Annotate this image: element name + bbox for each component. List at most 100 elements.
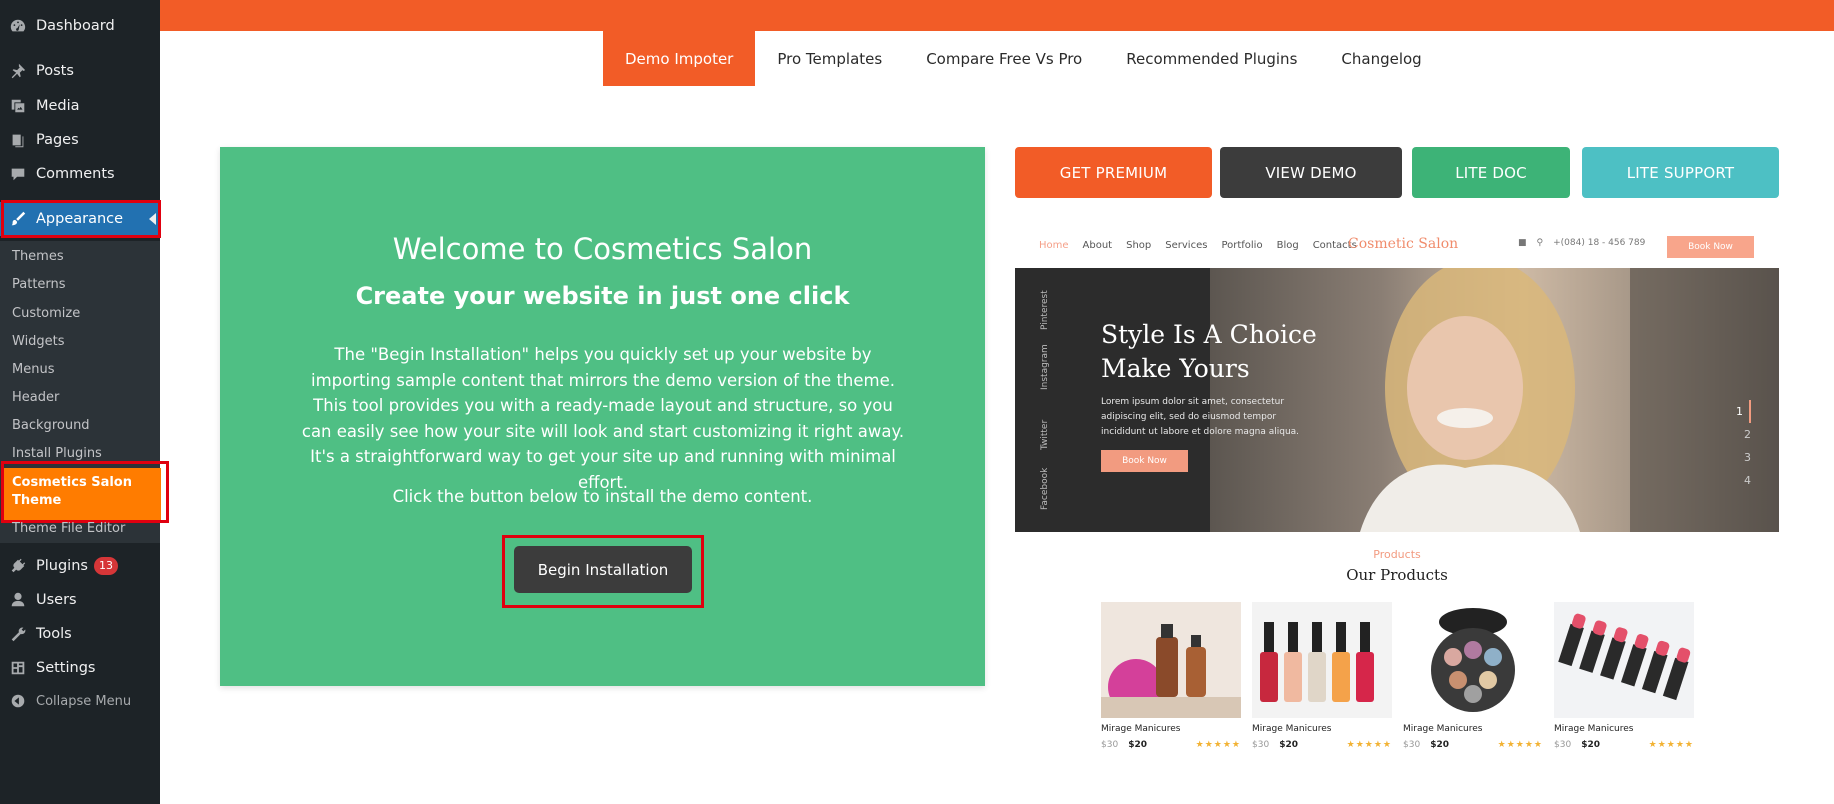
- menu-appearance[interactable]: Appearance: [0, 202, 160, 236]
- lock-icon: ■: [1518, 238, 1527, 248]
- product-rating-stars: ★★★★★: [1648, 740, 1694, 750]
- menu-settings-label: Settings: [36, 660, 96, 676]
- dashboard-icon: [0, 17, 36, 35]
- product-card: Mirage Manicures $30 $20 ★★★★★: [1554, 602, 1694, 750]
- lite-doc-button[interactable]: LITE DOC: [1412, 147, 1570, 198]
- preview-social-twitter: Twitter: [1040, 419, 1050, 450]
- theme-tabs: Demo Impoter Pro Templates Compare Free …: [603, 31, 1444, 86]
- settings-icon: [0, 659, 36, 677]
- submenu-cosmetics-salon-theme[interactable]: Cosmetics Salon Theme: [4, 468, 161, 520]
- submenu-themes[interactable]: Themes: [12, 249, 64, 264]
- preview-phone: +(084) 18 - 456 789: [1553, 238, 1646, 248]
- search-icon: ⚲: [1536, 238, 1544, 248]
- tab-recommended-plugins[interactable]: Recommended Plugins: [1104, 31, 1319, 86]
- welcome-panel: Welcome to Cosmetics Salon Create your w…: [220, 147, 985, 686]
- menu-posts[interactable]: Posts: [0, 54, 160, 88]
- preview-header-right: ■ ⚲ +(084) 18 - 456 789: [1518, 238, 1645, 248]
- comment-icon: [0, 165, 36, 183]
- preview-products-kicker: Products: [1373, 548, 1421, 561]
- tab-pro-templates[interactable]: Pro Templates: [755, 31, 904, 86]
- admin-sidebar: Dashboard Posts Media Pages Comments App…: [0, 0, 169, 804]
- product-card: Mirage Manicures $30 $20 ★★★★★: [1252, 602, 1392, 750]
- product-price: $30 $20 ★★★★★: [1101, 740, 1241, 750]
- submenu-patterns[interactable]: Patterns: [12, 277, 66, 292]
- menu-media[interactable]: Media: [0, 89, 160, 123]
- submenu-menus[interactable]: Menus: [12, 362, 54, 377]
- submenu-install-plugins[interactable]: Install Plugins: [12, 446, 102, 461]
- preview-nav-services: Services: [1165, 240, 1208, 251]
- tab-demo-importer[interactable]: Demo Impoter: [603, 31, 756, 86]
- product-rating-stars: ★★★★★: [1497, 740, 1543, 750]
- submenu-header[interactable]: Header: [12, 390, 59, 405]
- preview-hero: Pinterest Instagram Twitter Facebook Sty…: [1015, 268, 1779, 532]
- theme-header-bar: [160, 0, 1834, 31]
- welcome-subtitle: Create your website in just one click: [355, 282, 850, 310]
- paintbrush-icon: [0, 210, 36, 228]
- menu-comments-label: Comments: [36, 166, 115, 182]
- preview-hero-button: Book Now: [1101, 450, 1188, 472]
- view-demo-button[interactable]: VIEW DEMO: [1220, 147, 1402, 198]
- submenu-theme-file-editor[interactable]: Theme File Editor: [12, 521, 125, 536]
- product-rating-stars: ★★★★★: [1195, 740, 1241, 750]
- plug-icon: [0, 557, 36, 575]
- menu-pages[interactable]: Pages: [0, 123, 160, 157]
- product-new-price: $20: [1128, 740, 1147, 750]
- preview-social-facebook: Facebook: [1040, 467, 1050, 510]
- preview-slider-pager: 1 2 3 4: [1736, 400, 1751, 492]
- submenu-widgets[interactable]: Widgets: [12, 334, 65, 349]
- product-old-price: $30: [1554, 740, 1572, 750]
- product-image-lipsticks: [1554, 602, 1694, 718]
- product-image-nail-polish: [1252, 602, 1392, 718]
- user-icon: [0, 591, 36, 609]
- pages-icon: [0, 131, 36, 149]
- welcome-description: The "Begin Installation" helps you quick…: [301, 345, 905, 492]
- menu-media-label: Media: [36, 98, 80, 114]
- product-card: Mirage Manicures $30 $20 ★★★★★: [1101, 602, 1241, 750]
- preview-book-button: Book Now: [1667, 236, 1754, 258]
- preview-nav-blog: Blog: [1276, 240, 1299, 251]
- product-new-price: $20: [1430, 740, 1449, 750]
- get-premium-button[interactable]: GET PREMIUM: [1015, 147, 1212, 198]
- product-old-price: $30: [1101, 740, 1119, 750]
- preview-hero-text: Lorem ipsum dolor sit amet, consectetur …: [1101, 397, 1300, 437]
- preview-nav: Home About Shop Services Portfolio Blog …: [1039, 240, 1357, 251]
- menu-users[interactable]: Users: [0, 583, 160, 617]
- submenu-background[interactable]: Background: [12, 418, 90, 433]
- product-card: Mirage Manicures $30 $20 ★★★★★: [1403, 602, 1543, 750]
- menu-dashboard[interactable]: Dashboard: [0, 9, 160, 43]
- begin-installation-button[interactable]: Begin Installation: [514, 546, 692, 593]
- collapse-menu[interactable]: Collapse Menu: [0, 684, 160, 718]
- preview-hero-title-line2: Make Yours: [1101, 354, 1250, 383]
- pager-2: 2: [1744, 428, 1751, 441]
- product-price: $30 $20 ★★★★★: [1252, 740, 1392, 750]
- preview-social-pinterest: Pinterest: [1040, 290, 1050, 330]
- tab-compare[interactable]: Compare Free Vs Pro: [904, 31, 1104, 86]
- menu-plugins-label: Plugins: [36, 558, 88, 574]
- tab-changelog[interactable]: Changelog: [1319, 31, 1443, 86]
- welcome-title: Welcome to Cosmetics Salon: [392, 232, 813, 266]
- menu-settings[interactable]: Settings: [0, 651, 160, 685]
- submenu-customize[interactable]: Customize: [12, 306, 80, 321]
- pager-1: 1: [1736, 400, 1751, 423]
- pager-3: 3: [1744, 451, 1751, 464]
- preview-social-instagram: Instagram: [1040, 344, 1050, 390]
- menu-comments[interactable]: Comments: [0, 157, 160, 191]
- pin-icon: [0, 62, 36, 80]
- theme-preview: Home About Shop Services Portfolio Blog …: [1015, 226, 1779, 766]
- pager-4: 4: [1744, 474, 1751, 487]
- product-name: Mirage Manicures: [1101, 724, 1181, 734]
- preview-nav-about: About: [1082, 240, 1113, 251]
- media-icon: [0, 97, 36, 115]
- product-name: Mirage Manicures: [1252, 724, 1332, 734]
- lite-support-button[interactable]: LITE SUPPORT: [1582, 147, 1779, 198]
- product-image-palette: [1403, 602, 1543, 718]
- menu-pages-label: Pages: [36, 132, 79, 148]
- menu-tools[interactable]: Tools: [0, 617, 160, 651]
- menu-plugins[interactable]: Plugins 13: [0, 549, 160, 583]
- product-name: Mirage Manicures: [1554, 724, 1634, 734]
- product-new-price: $20: [1279, 740, 1298, 750]
- product-rating-stars: ★★★★★: [1346, 740, 1392, 750]
- preview-logo: Cosmetic Salon: [1348, 236, 1459, 252]
- product-old-price: $30: [1252, 740, 1270, 750]
- preview-products-heading: Our Products: [1346, 566, 1448, 584]
